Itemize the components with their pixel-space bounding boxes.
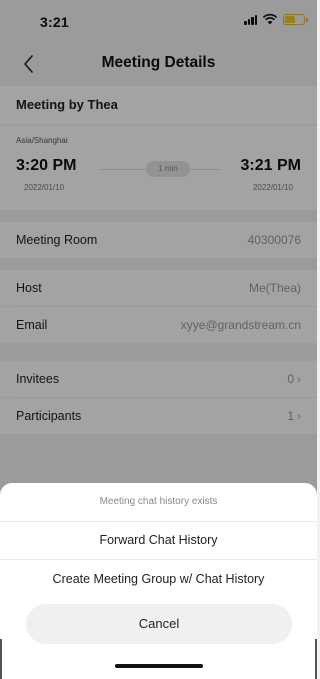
- screen-edge: [0, 639, 2, 679]
- forward-chat-history-button[interactable]: Forward Chat History: [0, 533, 317, 547]
- sheet-notice: Meeting chat history exists: [99, 496, 218, 507]
- action-sheet: Meeting chat history exists Forward Chat…: [0, 483, 317, 679]
- screen-edge: [315, 639, 317, 679]
- sheet-divider: [0, 559, 317, 560]
- cancel-button[interactable]: Cancel: [26, 604, 292, 644]
- sheet-divider: [0, 521, 317, 522]
- meeting-details-screen: 3:21 Meeting Details Meeting by Thea Asi…: [0, 0, 317, 679]
- home-indicator[interactable]: [115, 664, 203, 668]
- create-meeting-group-button[interactable]: Create Meeting Group w/ Chat History: [0, 572, 317, 586]
